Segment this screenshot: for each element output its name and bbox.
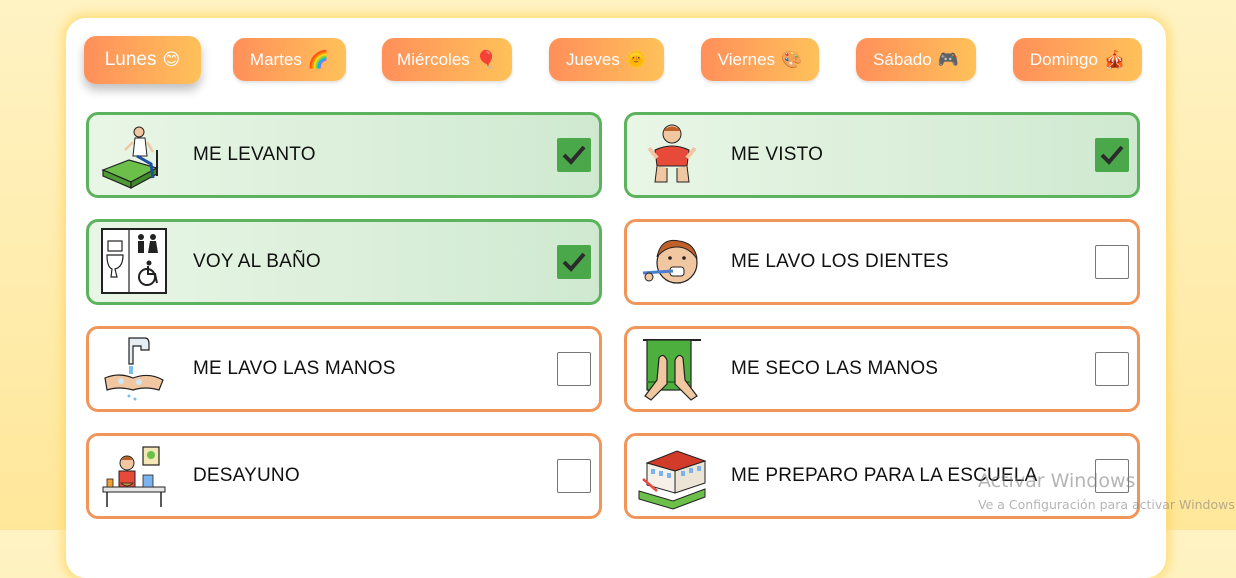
checkbox[interactable] xyxy=(557,459,591,493)
school-pictogram xyxy=(638,450,707,510)
task-label: ME LAVO LOS DIENTES xyxy=(731,251,949,272)
checkbox[interactable] xyxy=(1095,245,1129,279)
dressing-pictogram xyxy=(647,124,697,183)
task-card[interactable]: VOY AL BAÑO xyxy=(86,219,602,305)
brushing-teeth-pictogram xyxy=(642,239,698,284)
day-label: Sábado xyxy=(873,49,932,69)
checkmark-icon xyxy=(1100,145,1124,165)
palette-icon: 🎨 xyxy=(781,49,803,70)
watermark-title: Activar Windows xyxy=(978,470,1136,492)
rainbow-icon: 🌈 xyxy=(307,49,330,70)
checkmark-icon xyxy=(562,145,586,165)
task-label: ME VISTO xyxy=(731,144,824,165)
task-card[interactable]: ME LEVANTO xyxy=(86,112,602,198)
tab-miercoles[interactable]: Miércoles 🎈 xyxy=(382,38,512,81)
checkbox[interactable] xyxy=(557,245,591,279)
gamepad-icon: 🎮 xyxy=(937,49,959,70)
watermark-subtitle: Ve a Configuración para activar Windows. xyxy=(978,497,1236,512)
tab-sabado[interactable]: Sábado 🎮 xyxy=(856,38,976,81)
balloon-icon: 🎈 xyxy=(475,49,497,70)
day-label: Lunes xyxy=(104,49,157,70)
smiley-icon: 😊 xyxy=(162,50,181,70)
checkbox[interactable] xyxy=(1095,138,1129,172)
checkbox[interactable] xyxy=(1095,352,1129,386)
circus-tent-icon: 🎪 xyxy=(1103,49,1126,70)
checkbox[interactable] xyxy=(557,352,591,386)
task-label: VOY AL BAÑO xyxy=(193,251,321,272)
task-card[interactable]: ME SECO LAS MANOS xyxy=(624,326,1140,412)
task-label: ME LAVO LAS MANOS xyxy=(193,358,396,379)
tab-viernes[interactable]: Viernes 🎨 xyxy=(701,38,819,81)
day-label: Viernes xyxy=(717,49,776,69)
day-label: Miércoles xyxy=(397,49,470,69)
tab-martes[interactable]: Martes 🌈 xyxy=(233,38,346,81)
windows-activation-watermark: Activar Windows Ve a Configuración para … xyxy=(978,470,1236,512)
bathroom-pictogram xyxy=(101,228,167,294)
task-card[interactable]: ME LAVO LAS MANOS xyxy=(86,326,602,412)
day-label: Jueves xyxy=(565,49,620,69)
day-label: Martes xyxy=(249,49,302,69)
day-tabs: Lunes 😊 Martes 🌈 Miércoles 🎈 Jueves 🌞 Vi… xyxy=(66,18,1166,108)
checkmark-icon xyxy=(562,252,586,272)
tab-domingo[interactable]: Domingo 🎪 xyxy=(1013,38,1142,81)
washing-hands-pictogram xyxy=(104,337,164,401)
task-label: ME LEVANTO xyxy=(193,144,316,165)
breakfast-pictogram xyxy=(102,446,166,507)
day-label: Domingo xyxy=(1029,49,1098,69)
task-card[interactable]: ME LAVO LOS DIENTES xyxy=(624,219,1140,305)
task-card[interactable]: ME VISTO xyxy=(624,112,1140,198)
tab-jueves[interactable]: Jueves 🌞 xyxy=(549,38,664,81)
task-label: DESAYUNO xyxy=(193,465,300,486)
task-card[interactable]: DESAYUNO xyxy=(86,433,602,519)
task-label: ME SECO LAS MANOS xyxy=(731,358,939,379)
tab-lunes[interactable]: Lunes 😊 xyxy=(84,36,201,84)
drying-hands-pictogram xyxy=(643,339,701,401)
checkbox[interactable] xyxy=(557,138,591,172)
sun-icon: 🌞 xyxy=(625,49,648,70)
bed-wakeup-pictogram xyxy=(101,126,159,190)
